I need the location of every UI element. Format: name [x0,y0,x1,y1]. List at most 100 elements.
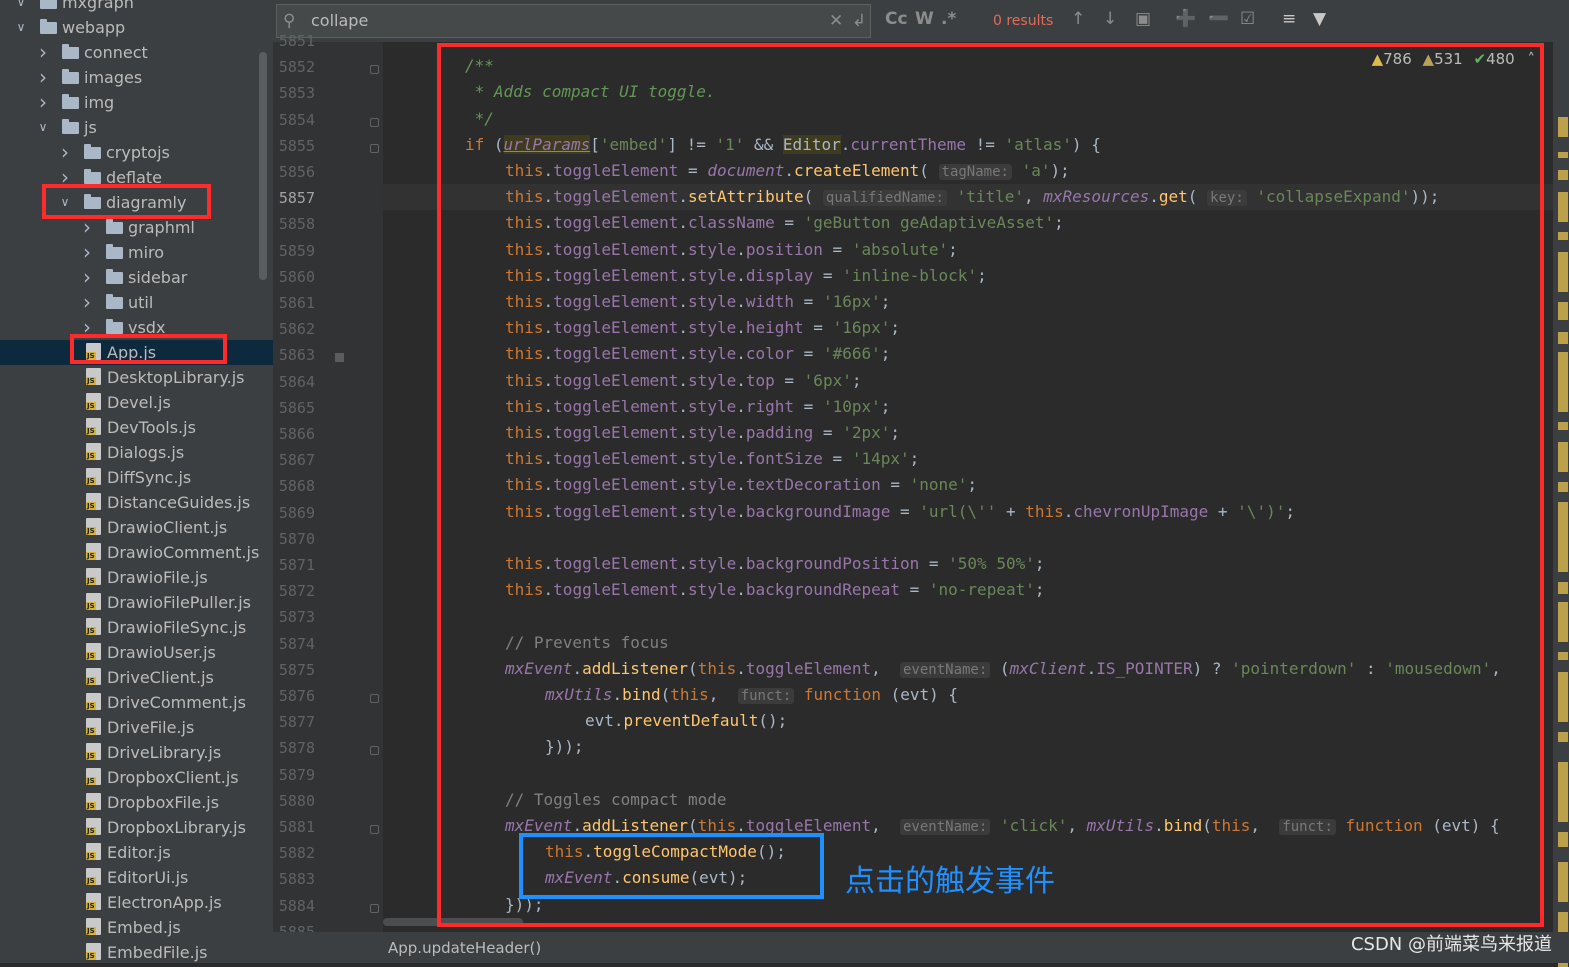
tree-item-editor-js[interactable]: Editor.js [0,840,273,865]
tree-item-driveclient-js[interactable]: DriveClient.js [0,665,273,690]
tree-item-dropboxlibrary-js[interactable]: DropboxLibrary.js [0,815,273,840]
tree-item-dropboxfile-js[interactable]: DropboxFile.js [0,790,273,815]
tree-item-connect[interactable]: › connect [0,40,273,65]
js-file-icon [86,443,101,460]
breadcrumb[interactable]: App.updateHeader() [388,939,541,957]
stripe-marker[interactable] [1558,352,1568,412]
chevron-down-icon[interactable]: ∨ [14,0,28,15]
stripe-marker[interactable] [1558,170,1568,180]
chevron-down-icon[interactable]: ∨ [36,115,50,140]
folder-icon [84,144,101,159]
find-input[interactable]: ⚲ collape ✕ ↲ [276,4,871,38]
tree-item-dialogs-js[interactable]: Dialogs.js [0,440,273,465]
add-selection-icon[interactable]: ➕ [1175,9,1196,29]
tree-item-util[interactable]: › util [0,290,273,315]
tree-item-miro[interactable]: › miro [0,240,273,265]
tree-item-mxgraph[interactable]: ∨ mxgraph [0,0,273,15]
chevron-right-icon[interactable]: › [80,265,94,290]
tree-item-devel-js[interactable]: Devel.js [0,390,273,415]
stripe-marker[interactable] [1558,912,1568,932]
chevron-right-icon[interactable]: › [80,240,94,265]
stripe-marker[interactable] [1558,442,1568,472]
tree-item-drivefile-js[interactable]: DriveFile.js [0,715,273,740]
stripe-marker[interactable] [1558,582,1568,594]
tree-item-embed-js[interactable]: Embed.js [0,915,273,940]
stripe-marker[interactable] [1558,232,1568,240]
stripe-marker[interactable] [1558,762,1568,822]
tree-item-cryptojs[interactable]: › cryptojs [0,140,273,165]
chevron-right-icon[interactable]: › [80,290,94,315]
error-stripe[interactable] [1553,42,1569,967]
tree-item-js[interactable]: ∨ js [0,115,273,140]
chevron-right-icon[interactable]: › [36,90,50,115]
tree-item-drawiofile-js[interactable]: DrawioFile.js [0,565,273,590]
stripe-marker[interactable] [1558,502,1568,572]
tree-item-drivelibrary-js[interactable]: DriveLibrary.js [0,740,273,765]
tree-item-diffsync-js[interactable]: DiffSync.js [0,465,273,490]
tree-item-desktoplibrary-js[interactable]: DesktopLibrary.js [0,365,273,390]
clear-icon[interactable]: ✕ [829,11,843,31]
fold-marker-icon[interactable] [370,746,379,756]
tree-item-sidebar[interactable]: › sidebar [0,265,273,290]
js-file-icon [86,718,101,735]
folder-icon [106,219,123,234]
tree-item-drawioclient-js[interactable]: DrawioClient.js [0,515,273,540]
stripe-marker[interactable] [1558,192,1568,222]
tree-item-drawiouser-js[interactable]: DrawioUser.js [0,640,273,665]
stripe-marker[interactable] [1558,602,1568,642]
fold-marker-icon[interactable] [370,694,379,703]
chevron-right-icon[interactable]: › [36,40,50,65]
remove-selection-icon[interactable]: ➖ [1208,9,1229,29]
fold-marker-icon[interactable] [370,143,379,153]
fold-marker-icon[interactable] [370,65,379,75]
stripe-marker[interactable] [1558,862,1568,902]
tree-item-label: EditorUi.js [107,868,189,887]
stripe-marker[interactable] [1558,652,1568,660]
tree-item-editorui-js[interactable]: EditorUi.js [0,865,273,890]
tree-item-label: DriveLibrary.js [107,743,222,762]
stripe-marker[interactable] [1558,252,1568,292]
stripe-marker[interactable] [1558,672,1568,722]
stripe-marker[interactable] [1558,732,1568,742]
editor-gutter: 5851 5852 5853 5854 5855 5856 5857 5858 5859 5860… [273,32,383,941]
tree-item-distanceguides-js[interactable]: DistanceGuides.js [0,490,273,515]
stripe-marker[interactable] [1558,332,1568,344]
stripe-marker[interactable] [1558,422,1568,430]
breakpoint-slot[interactable] [335,353,344,363]
select-all-icon[interactable]: ☑ [1240,9,1255,29]
tree-item-drawiofilesync-js[interactable]: DrawioFileSync.js [0,615,273,640]
fold-marker-icon[interactable] [370,117,379,127]
prev-occurrence-icon[interactable]: ↑ [1071,9,1085,29]
chevron-right-icon[interactable]: › [58,140,72,165]
tree-item-drawiocomment-js[interactable]: DrawioComment.js [0,540,273,565]
tree-item-images[interactable]: › images [0,65,273,90]
chevron-right-icon[interactable]: › [36,65,50,90]
next-occurrence-icon[interactable]: ↓ [1103,9,1117,29]
filter-options-icon[interactable]: ≡ [1282,9,1296,29]
words-toggle[interactable]: W [915,9,934,29]
regex-toggle[interactable]: .* [941,9,956,29]
tree-item-drawiofilepuller-js[interactable]: DrawioFilePuller.js [0,590,273,615]
open-in-window-icon[interactable]: ▣ [1135,9,1151,29]
tree-item-devtools-js[interactable]: DevTools.js [0,415,273,440]
tree-item-embedfile-js[interactable]: EmbedFile.js [0,940,273,963]
tree-item-label: DrawioFileSync.js [107,618,247,637]
newline-icon[interactable]: ↲ [852,11,866,31]
match-case-toggle[interactable]: Cc [885,9,908,29]
stripe-marker[interactable] [1558,482,1568,492]
stripe-marker[interactable] [1558,832,1568,847]
tree-item-dropboxclient-js[interactable]: DropboxClient.js [0,765,273,790]
chevron-down-icon[interactable]: ∨ [14,15,28,40]
tree-item-img[interactable]: › img [0,90,273,115]
tree-scrollbar[interactable] [259,52,267,280]
stripe-marker[interactable] [1558,117,1568,137]
tree-item-drivecomment-js[interactable]: DriveComment.js [0,690,273,715]
tree-item-webapp[interactable]: ∨ webapp [0,15,273,40]
fold-marker-icon[interactable] [370,903,379,913]
stripe-marker[interactable] [1558,302,1568,320]
stripe-marker[interactable] [1558,152,1568,158]
search-icon[interactable]: ⚲ [283,11,295,31]
filter-icon[interactable]: ▼ [1313,9,1326,29]
tree-item-electronapp-js[interactable]: ElectronApp.js [0,890,273,915]
fold-marker-icon[interactable] [370,825,379,834]
